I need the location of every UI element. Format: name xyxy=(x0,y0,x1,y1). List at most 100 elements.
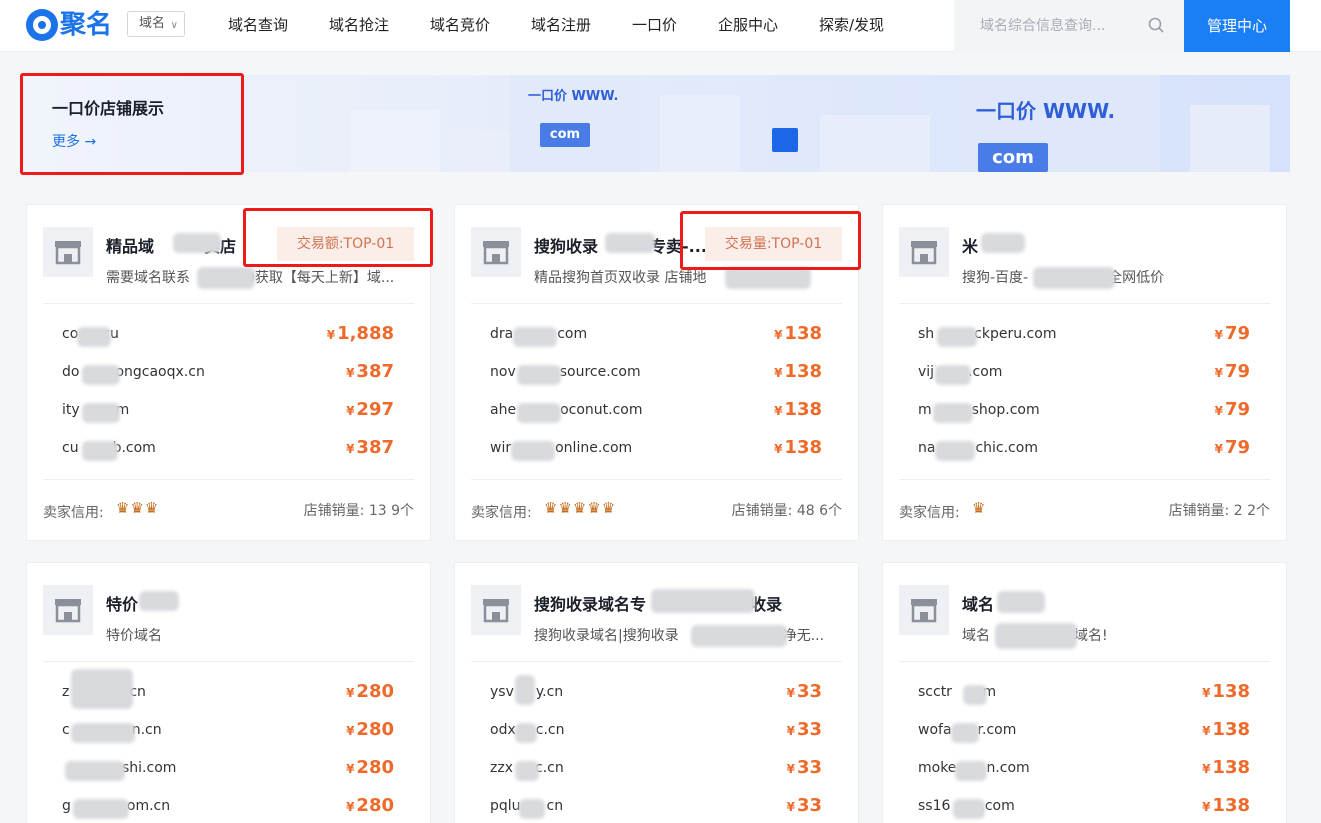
shop-icon xyxy=(899,227,949,277)
search-input[interactable]: 域名综合信息查询... xyxy=(954,0,1184,52)
domain-price: ¥138 xyxy=(774,437,822,458)
shop-card[interactable]: 域名 域名域名! scctrom ¥138 wofar.com ¥138 mok… xyxy=(882,562,1287,823)
domain-price: ¥387 xyxy=(346,437,394,458)
redaction-blur xyxy=(82,365,120,385)
domain-price: ¥33 xyxy=(786,719,822,740)
redaction-blur xyxy=(513,327,557,347)
redaction-blur xyxy=(955,761,987,781)
redaction-blur xyxy=(82,441,118,461)
redaction-blur xyxy=(981,233,1025,253)
seller-credit-label: 卖家信用: xyxy=(471,505,532,521)
shop-card[interactable]: 米 搜狗-百度- 全网低价 sh ckperu.com ¥79 vij .com ¥7… xyxy=(882,204,1287,541)
banner-blue-box xyxy=(772,128,798,152)
redaction-blur xyxy=(139,591,179,611)
domain-price: ¥280 xyxy=(346,719,394,740)
redaction-blur xyxy=(65,761,125,781)
divider xyxy=(899,303,1270,304)
redaction-blur xyxy=(515,761,539,781)
shop-icon xyxy=(471,227,521,277)
divider xyxy=(43,479,414,480)
crown-icon: ♛♛♛ xyxy=(116,499,160,517)
redaction-blur xyxy=(605,233,655,253)
redaction-blur xyxy=(511,441,555,461)
domain-price: ¥79 xyxy=(1214,323,1250,344)
highlight-box xyxy=(243,208,433,267)
domain-price: ¥1,888 xyxy=(326,323,394,344)
search-placeholder: 域名综合信息查询... xyxy=(980,18,1106,34)
banner-sign-right-com: com xyxy=(978,143,1048,172)
redaction-blur xyxy=(997,591,1045,613)
shop-name[interactable]: 米 xyxy=(962,233,978,257)
nav-enterprise[interactable]: 企服中心 xyxy=(718,0,778,50)
redaction-blur xyxy=(82,403,120,423)
redaction-blur xyxy=(77,327,111,347)
shop-description: 需要域名联系 0获取【每天上新】域... xyxy=(106,270,395,286)
divider xyxy=(899,479,1270,480)
redaction-blur xyxy=(197,267,255,289)
redaction-blur xyxy=(995,623,1077,649)
redaction-blur xyxy=(937,327,977,347)
shop-card[interactable]: 搜狗收录域名专 收录 搜狗收录域名|搜狗收录 干净无... ysv y.cn ¥33 … xyxy=(454,562,859,823)
redaction-blur xyxy=(963,685,987,705)
redaction-blur xyxy=(935,365,971,385)
nav-explore[interactable]: 探索/发现 xyxy=(819,0,884,50)
redaction-blur xyxy=(515,723,537,743)
redaction-blur xyxy=(71,669,133,709)
redaction-blur xyxy=(519,799,545,819)
banner-sign-left: 一口价 WWW. xyxy=(528,89,619,104)
manage-center-button[interactable]: 管理中心 xyxy=(1184,0,1290,52)
logo-icon xyxy=(26,9,58,41)
nav-domain-query[interactable]: 域名查询 xyxy=(228,0,288,50)
shop-icon xyxy=(471,585,521,635)
domain-price: ¥138 xyxy=(1202,795,1250,816)
domain-name[interactable]: nov source.com xyxy=(490,364,641,380)
redaction-blur xyxy=(953,799,985,819)
shop-icon xyxy=(43,585,93,635)
nav-domain-snap[interactable]: 域名抢注 xyxy=(329,0,389,50)
shop-description: 特价域名 xyxy=(106,628,162,644)
nav-domain-auction[interactable]: 域名竞价 xyxy=(430,0,490,50)
domain-price: ¥280 xyxy=(346,757,394,778)
banner-sign-left-com: com xyxy=(540,123,590,147)
seller-credit-label: 卖家信用: xyxy=(43,505,104,521)
redaction-blur xyxy=(1033,267,1115,289)
domain-price: ¥297 xyxy=(346,399,394,420)
highlight-box xyxy=(680,211,861,270)
redaction-blur xyxy=(651,589,755,613)
shop-sales: 店铺销量: 2 2个 xyxy=(1168,503,1270,519)
banner-sign-right: 一口价 WWW. xyxy=(976,99,1116,123)
domain-price: ¥138 xyxy=(774,399,822,420)
search-icon[interactable] xyxy=(1148,17,1164,33)
shop-name[interactable]: 域名 xyxy=(962,591,994,615)
banner-block xyxy=(350,110,440,172)
divider xyxy=(471,303,842,304)
banner-block xyxy=(1190,105,1270,172)
shop-card[interactable]: 特价 特价域名 z cn ¥280 c n.cn ¥280 shi.com ¥280… xyxy=(26,562,431,823)
domain-name[interactable]: ahe oconut.com xyxy=(490,402,643,418)
divider xyxy=(43,303,414,304)
divider xyxy=(899,661,1270,662)
shop-description: 搜狗收录域名|搜狗收录 干净无... xyxy=(534,628,825,644)
redaction-blur xyxy=(933,403,973,423)
domain-price: ¥33 xyxy=(786,681,822,702)
domain-price: ¥138 xyxy=(1202,681,1250,702)
site-logo[interactable]: 聚名 xyxy=(26,9,118,41)
divider xyxy=(471,479,842,480)
nav-domain-register[interactable]: 域名注册 xyxy=(531,0,591,50)
banner-block xyxy=(660,95,740,172)
domain-price: ¥138 xyxy=(1202,757,1250,778)
redaction-blur xyxy=(951,723,979,743)
redaction-blur xyxy=(517,403,561,423)
seller-credit-label: 卖家信用: xyxy=(899,505,960,521)
redaction-blur xyxy=(515,675,535,705)
redaction-blur xyxy=(691,625,787,647)
domain-price: ¥387 xyxy=(346,361,394,382)
shop-sales: 店铺销量: 48 6个 xyxy=(731,503,842,519)
shop-name[interactable]: 特价 xyxy=(106,591,138,615)
domain-price: ¥138 xyxy=(774,323,822,344)
domain-price: ¥33 xyxy=(786,757,822,778)
category-dropdown[interactable]: 域名 ∨ xyxy=(127,11,185,37)
domain-price: ¥79 xyxy=(1214,399,1250,420)
nav-fixed-price[interactable]: 一口价 xyxy=(632,0,677,50)
domain-price: ¥79 xyxy=(1214,361,1250,382)
